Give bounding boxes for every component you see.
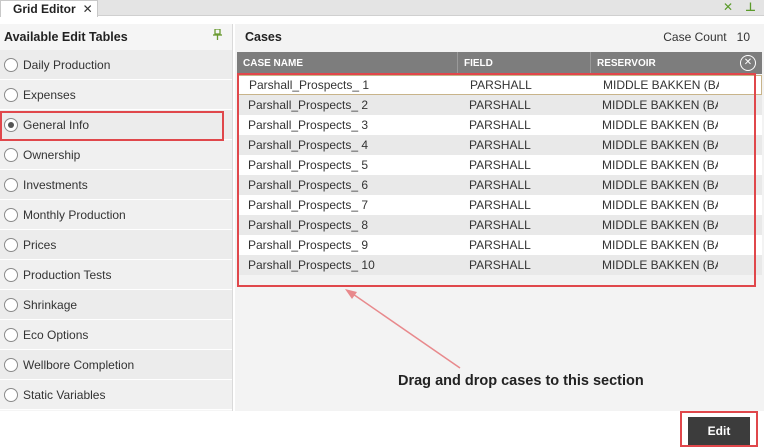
edit-button[interactable]: Edit	[688, 417, 750, 445]
annotation-arrow	[345, 289, 461, 369]
drag-drop-annotation: Drag and drop cases to this section	[398, 373, 644, 389]
